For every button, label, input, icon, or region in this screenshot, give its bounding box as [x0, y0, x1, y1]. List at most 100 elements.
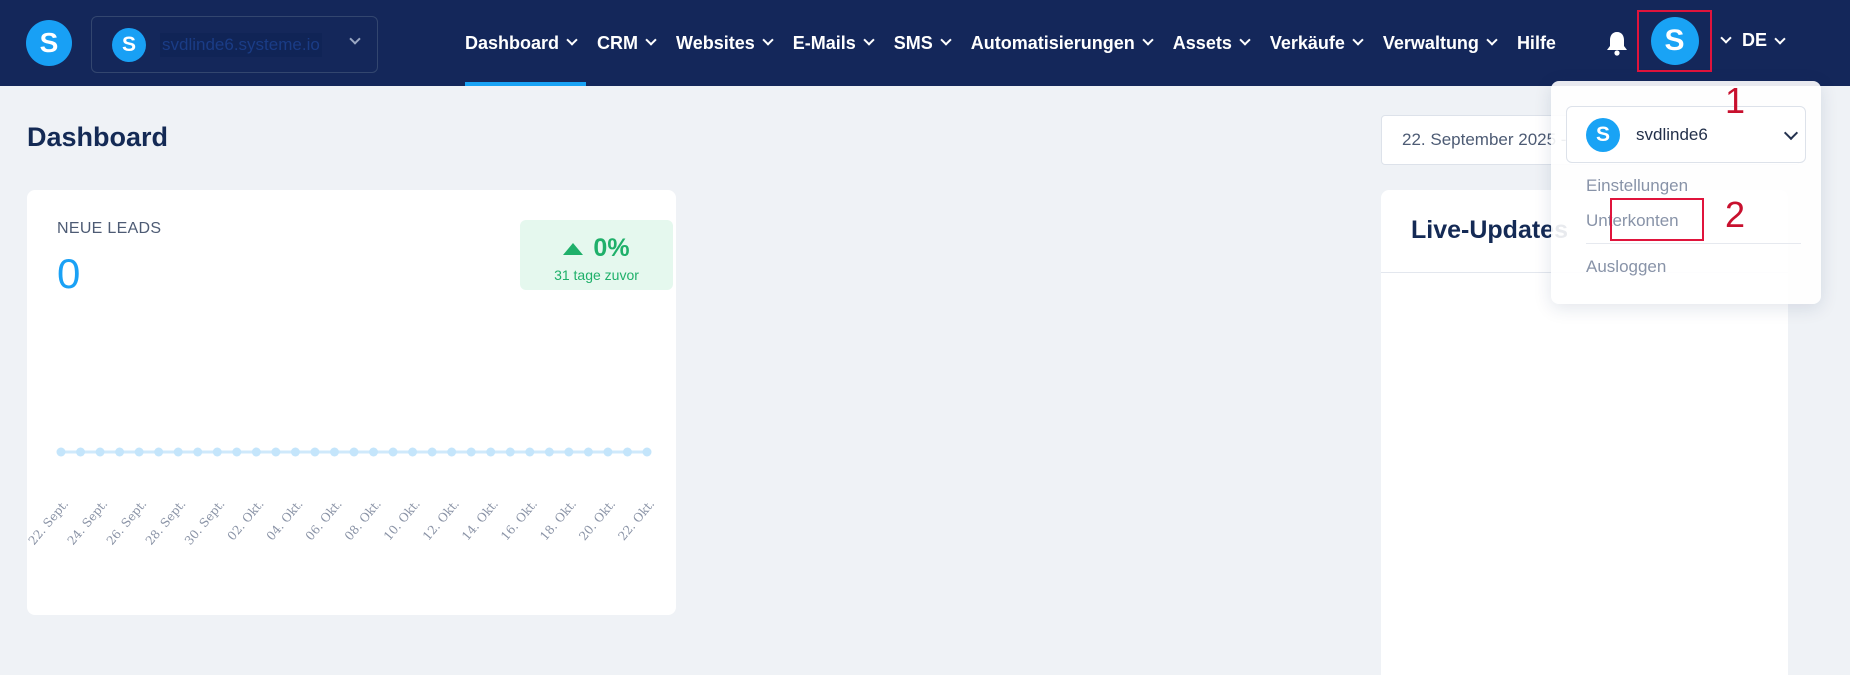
nav-item-label: Verwaltung	[1382, 32, 1479, 53]
leads-line-chart: 22. Sept.24. Sept.26. Sept.28. Sept.30. …	[27, 447, 657, 548]
x-tick-label: 24. Sept.	[65, 497, 111, 548]
x-tick-label: 22. Okt.	[615, 497, 657, 543]
new-leads-card: NEUE LEADS 0 0% 31 tage zuvor 22. Sept. 2…	[27, 190, 676, 615]
x-tick-label: 10. Okt.	[381, 497, 423, 543]
nav-item-label: Websites	[676, 32, 755, 53]
x-tick-label: 12. Okt.	[420, 497, 462, 543]
chevron-down-icon	[1774, 33, 1786, 45]
avatar: S	[1650, 17, 1699, 65]
data-point[interactable]	[622, 447, 632, 457]
bell-icon[interactable]	[1605, 30, 1629, 56]
data-point[interactable]	[427, 447, 437, 457]
user-dropdown-menu: S svdlinde6 Einstellungen Unterkonten Au…	[1551, 81, 1821, 304]
data-point[interactable]	[251, 447, 261, 457]
x-tick-label: 02. Okt.	[225, 497, 267, 543]
avatar-letter: S	[1664, 24, 1685, 57]
account-logo-letter: S	[1595, 123, 1610, 146]
data-point[interactable]	[505, 447, 515, 457]
data-point[interactable]	[310, 447, 320, 457]
nav-item-verwaltung[interactable]: Verwaltung	[1382, 0, 1498, 86]
x-tick-label: 06. Okt.	[303, 497, 345, 543]
chevron-down-icon	[645, 34, 657, 46]
nav-item-label: Assets	[1172, 32, 1232, 53]
x-tick-label: 30. Sept.	[182, 497, 228, 548]
nav-item-label: CRM	[597, 32, 639, 53]
user-menu-button[interactable]: S	[1637, 10, 1712, 72]
nav-item-sms[interactable]: SMS	[893, 0, 952, 86]
app-logo[interactable]: S	[26, 20, 72, 66]
data-point[interactable]	[76, 447, 86, 457]
chevron-down-icon	[1486, 34, 1498, 46]
data-point[interactable]	[271, 447, 281, 457]
main-nav: Dashboard CRM Websites E-Mails SMS Automatisi…	[465, 0, 1577, 86]
chevron-down-icon[interactable]	[1720, 32, 1732, 44]
x-tick-label: 22. Sept.	[27, 497, 71, 548]
data-point[interactable]	[525, 447, 535, 457]
annotation-number: 2	[1725, 194, 1746, 235]
data-point[interactable]	[388, 447, 398, 457]
chevron-down-icon	[863, 34, 875, 46]
data-point[interactable]	[544, 447, 554, 457]
x-tick-label: 14. Okt.	[459, 497, 501, 543]
data-point[interactable]	[173, 447, 183, 457]
data-point[interactable]	[369, 447, 379, 457]
nav-item-hilfe[interactable]: Hilfe	[1517, 0, 1556, 86]
chevron-down-icon	[1352, 34, 1364, 46]
data-point[interactable]	[56, 447, 66, 457]
account-logo: S	[1586, 118, 1620, 152]
data-point[interactable]	[486, 447, 496, 457]
chevron-down-icon	[349, 33, 361, 45]
data-point[interactable]	[408, 447, 418, 457]
nav-item-e-mails[interactable]: E-Mails	[792, 0, 875, 86]
data-point[interactable]	[95, 447, 105, 457]
data-point[interactable]	[290, 447, 300, 457]
nav-item-label: Automatisierungen	[970, 32, 1135, 53]
dropdown-account-selector[interactable]: S svdlinde6	[1566, 106, 1806, 163]
language-selector[interactable]: DE	[1742, 30, 1786, 51]
nav-item-label: Dashboard	[465, 32, 560, 53]
divider	[1586, 243, 1801, 244]
data-point[interactable]	[232, 447, 242, 457]
chevron-down-icon	[1239, 34, 1251, 46]
x-tick-label: 28. Sept.	[143, 497, 189, 548]
data-point[interactable]	[564, 447, 574, 457]
data-point[interactable]	[603, 447, 613, 457]
account-domain: svdlinde6.systeme.io	[160, 32, 322, 57]
x-tick-label: 08. Okt.	[342, 497, 384, 543]
data-point[interactable]	[134, 447, 144, 457]
menu-item-logout[interactable]: Ausloggen	[1586, 257, 1666, 277]
data-point[interactable]	[642, 447, 652, 457]
chevron-down-icon	[762, 34, 774, 46]
data-point[interactable]	[115, 447, 125, 457]
chevron-down-icon	[1142, 34, 1154, 46]
data-point[interactable]	[154, 447, 164, 457]
data-point[interactable]	[212, 447, 222, 457]
nav-item-crm[interactable]: CRM	[597, 0, 657, 86]
chevron-down-icon	[566, 34, 578, 46]
data-point[interactable]	[447, 447, 457, 457]
account-logo: S	[112, 27, 146, 62]
app-logo-letter: S	[39, 27, 59, 58]
data-point[interactable]	[349, 447, 359, 457]
language-label: DE	[1742, 30, 1768, 50]
nav-item-automatisierungen[interactable]: Automatisierungen	[970, 0, 1154, 86]
nav-item-label: E-Mails	[792, 32, 856, 53]
x-tick-label: 04. Okt.	[264, 497, 306, 543]
nav-item-verk-ufe[interactable]: Verkäufe	[1269, 0, 1364, 86]
chevron-down-icon	[940, 34, 952, 46]
data-point[interactable]	[329, 447, 339, 457]
nav-item-dashboard[interactable]: Dashboard	[465, 0, 587, 86]
nav-item-assets[interactable]: Assets	[1172, 0, 1251, 86]
nav-item-label: Verkäufe	[1269, 32, 1345, 53]
account-name: svdlinde6	[1636, 125, 1708, 144]
menu-item-settings[interactable]: Einstellungen	[1586, 176, 1688, 196]
data-point[interactable]	[466, 447, 476, 457]
data-point[interactable]	[583, 447, 593, 457]
nav-item-label: SMS	[893, 32, 933, 53]
account-logo-letter: S	[121, 32, 136, 56]
account-switcher[interactable]: S svdlinde6.systeme.io	[91, 16, 378, 73]
nav-item-websites[interactable]: Websites	[676, 0, 774, 86]
chevron-down-icon	[1783, 125, 1799, 141]
x-tick-label: 26. Sept.	[104, 497, 150, 548]
data-point[interactable]	[193, 447, 203, 457]
